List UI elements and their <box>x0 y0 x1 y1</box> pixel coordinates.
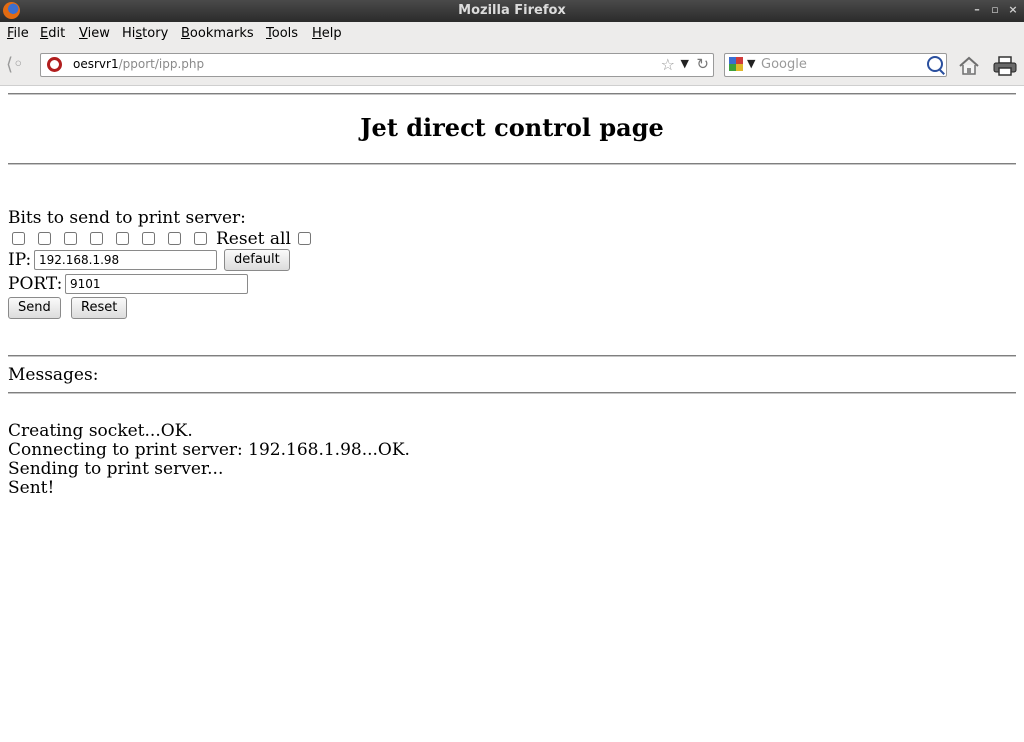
divider <box>8 355 1016 357</box>
bookmark-star-icon[interactable]: ☆ <box>661 55 675 74</box>
reload-icon[interactable]: ↻ <box>696 55 709 73</box>
url-history-dropdown-icon[interactable]: ▼ <box>681 57 689 70</box>
print-icon[interactable] <box>993 56 1017 76</box>
bit-checkbox-6[interactable] <box>142 232 155 245</box>
port-label: PORT: <box>8 274 63 294</box>
window-titlebar: Mozilla Firefox – ▫ × <box>0 0 1024 22</box>
url-bar[interactable]: oesrvr1/pport/ipp.php ☆ ▼ ↻ <box>40 53 714 77</box>
message-line: Sending to print server... <box>8 459 224 479</box>
site-identity-icon[interactable] <box>47 57 62 72</box>
magnifier-icon[interactable] <box>927 56 943 72</box>
bit-checkbox-7[interactable] <box>168 232 181 245</box>
ip-label: IP: <box>8 250 32 270</box>
navigation-toolbar: ⟨◦ oesrvr1/pport/ipp.php ☆ ▼ ↻ ▼ <box>0 46 1024 86</box>
menu-bar: File Edit View History Bookmarks Tools H… <box>0 22 1024 46</box>
page-title: Jet direct control page <box>360 113 664 142</box>
search-engine-dropdown-icon[interactable]: ▼ <box>747 57 755 70</box>
menu-help[interactable]: Help <box>312 26 342 41</box>
bit-checkbox-5[interactable] <box>116 232 129 245</box>
reset-button[interactable]: Reset <box>71 297 128 319</box>
maximize-icon[interactable]: ▫ <box>990 3 1000 16</box>
messages-label: Messages: <box>8 365 99 385</box>
reset-all-checkbox[interactable] <box>298 232 311 245</box>
minimize-icon[interactable]: – <box>972 3 982 16</box>
close-icon[interactable]: × <box>1008 3 1018 16</box>
default-button[interactable]: default <box>224 249 290 271</box>
ip-input[interactable] <box>34 250 217 270</box>
menu-bookmarks[interactable]: Bookmarks <box>181 26 254 41</box>
home-icon[interactable] <box>958 56 980 76</box>
window-controls: – ▫ × <box>972 3 1018 16</box>
window-title: Mozilla Firefox <box>458 3 566 18</box>
message-line: Creating socket...OK. <box>8 421 193 441</box>
bit-checkbox-3[interactable] <box>64 232 77 245</box>
back-arrow-icon[interactable]: ⟨◦ <box>6 55 30 75</box>
menu-file[interactable]: File <box>7 26 29 41</box>
message-line: Connecting to print server: 192.168.1.98… <box>8 440 410 460</box>
url-text[interactable]: oesrvr1/pport/ipp.php <box>73 57 204 71</box>
divider <box>8 93 1016 95</box>
send-button[interactable]: Send <box>8 297 61 319</box>
divider <box>8 392 1016 394</box>
bit-checkbox-4[interactable] <box>90 232 103 245</box>
bit-checkbox-1[interactable] <box>12 232 25 245</box>
divider <box>8 163 1016 165</box>
menu-view[interactable]: View <box>79 26 110 41</box>
reset-all-label: Reset all <box>216 229 291 249</box>
search-input[interactable] <box>761 56 921 72</box>
message-line: Sent! <box>8 478 55 498</box>
bits-label: Bits to send to print server: <box>8 208 246 228</box>
bit-checkbox-8[interactable] <box>194 232 207 245</box>
search-bar[interactable]: ▼ <box>724 53 947 77</box>
menu-edit[interactable]: Edit <box>40 26 65 41</box>
search-engine-icon[interactable] <box>729 57 743 71</box>
bit-checkbox-2[interactable] <box>38 232 51 245</box>
menu-tools[interactable]: Tools <box>266 26 298 41</box>
menu-history[interactable]: History <box>122 26 168 41</box>
port-input[interactable] <box>65 274 248 294</box>
